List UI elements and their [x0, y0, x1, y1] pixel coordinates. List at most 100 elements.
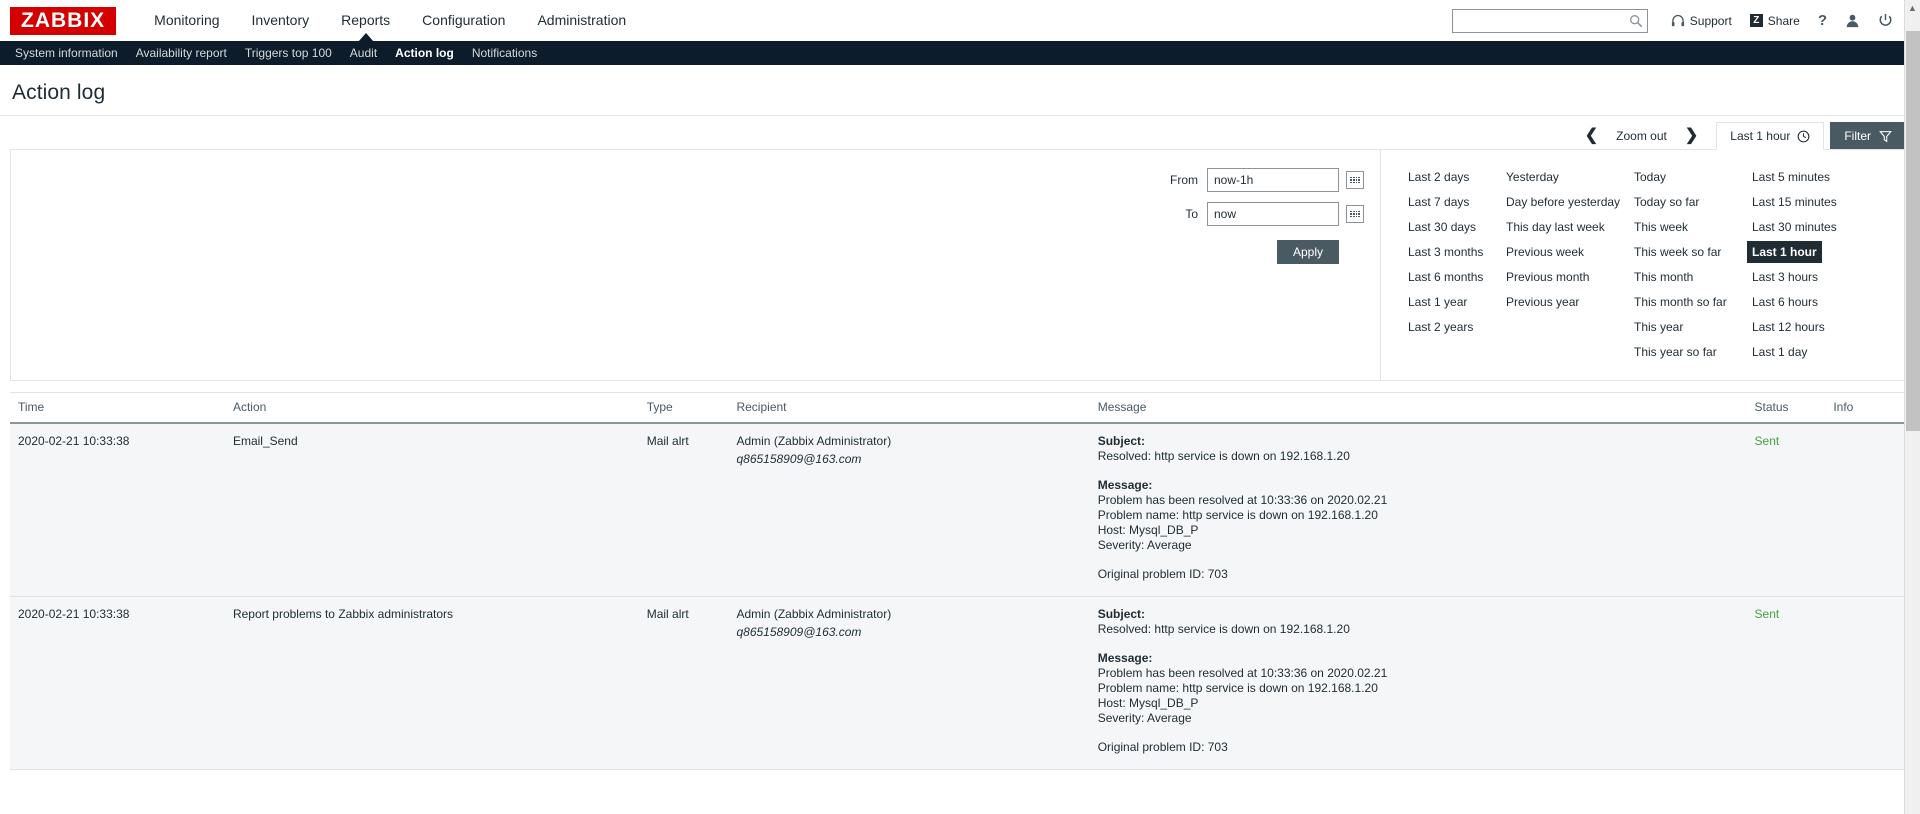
quick-range-last-1-year[interactable]: Last 1 year: [1403, 291, 1472, 313]
time-next-button[interactable]: ❯: [1673, 122, 1710, 150]
message-body-line: Problem has been resolved at 10:33:36 on…: [1097, 493, 1388, 507]
time-range-tab[interactable]: Last 1 hour: [1716, 122, 1825, 150]
search-icon[interactable]: [1629, 14, 1643, 28]
quick-range-previous-year[interactable]: Previous year: [1501, 291, 1584, 313]
quick-range-last-2-days[interactable]: Last 2 days: [1403, 166, 1474, 188]
page-scrollbar[interactable]: ▲: [1904, 0, 1920, 814]
zoom-out-button[interactable]: Zoom out: [1610, 122, 1673, 150]
cell-message: Subject: Resolved: http service is down o…: [1093, 596, 1751, 770]
sub-menu-item-action-log[interactable]: Action log: [386, 41, 463, 65]
filter-from-to-section: From To Apply: [11, 150, 1381, 380]
table-header-message[interactable]: Message: [1093, 393, 1751, 424]
sign-out-link[interactable]: [1869, 0, 1902, 41]
quick-range-last-6-months[interactable]: Last 6 months: [1403, 266, 1488, 288]
sub-menu-item-audit[interactable]: Audit: [341, 41, 386, 65]
quick-range-last-3-hours[interactable]: Last 3 hours: [1747, 266, 1823, 288]
message-body-label: Message:: [1097, 478, 1153, 492]
support-label: Support: [1689, 13, 1732, 28]
zabbix-logo[interactable]: ZABBIX: [10, 6, 117, 35]
quick-range-previous-week[interactable]: Previous week: [1501, 241, 1589, 263]
cell-action: Email_Send: [228, 423, 643, 597]
quick-range-last-15-minutes[interactable]: Last 15 minutes: [1747, 191, 1842, 213]
help-link[interactable]: ?: [1809, 0, 1836, 41]
quick-range-day-before-yesterday[interactable]: Day before yesterday: [1501, 191, 1625, 213]
to-input[interactable]: [1207, 202, 1339, 226]
quick-range-last-7-days[interactable]: Last 7 days: [1403, 191, 1474, 213]
table-header-time[interactable]: Time: [10, 393, 229, 424]
top-right-toolbar: Support Z Share ?: [1451, 0, 1902, 41]
quick-range-last-1-day[interactable]: Last 1 day: [1747, 341, 1812, 363]
calendar-icon: [1350, 176, 1360, 184]
quick-range-yesterday[interactable]: Yesterday: [1501, 166, 1564, 188]
quick-range-this-week[interactable]: This week: [1629, 216, 1693, 238]
cell-recipient: Admin (Zabbix Administrator) q865158909@1…: [732, 596, 1094, 770]
user-profile-link[interactable]: [1836, 0, 1869, 41]
search-input[interactable]: [1458, 12, 1629, 29]
quick-range-previous-month[interactable]: Previous month: [1501, 266, 1594, 288]
time-prev-button[interactable]: ❮: [1573, 122, 1610, 150]
main-menu-item-configuration[interactable]: Configuration: [406, 0, 521, 41]
time-range-label: Last 1 hour: [1730, 129, 1791, 143]
sub-menu-item-notifications[interactable]: Notifications: [463, 41, 546, 65]
sub-navigation-bar: System information Availability report Tri…: [0, 41, 1920, 65]
main-menu: Monitoring Inventory Reports Configuration A…: [138, 0, 642, 42]
main-menu-item-inventory[interactable]: Inventory: [236, 0, 326, 41]
main-menu-item-reports[interactable]: Reports: [325, 0, 406, 42]
person-icon: [1846, 14, 1859, 28]
table-header-action[interactable]: Action: [228, 393, 643, 424]
to-label: To: [1185, 207, 1198, 221]
question-mark-icon: ?: [1817, 12, 1827, 29]
quick-range-last-30-days[interactable]: Last 30 days: [1403, 216, 1481, 238]
filter-tab[interactable]: Filter: [1830, 122, 1906, 150]
filter-label: Filter: [1844, 129, 1871, 143]
headset-icon: [1671, 14, 1684, 26]
quick-range-last-12-hours[interactable]: Last 12 hours: [1747, 316, 1830, 338]
table-header-recipient[interactable]: Recipient: [732, 393, 1094, 424]
from-calendar-button[interactable]: [1346, 171, 1364, 189]
cell-type: Mail alrt: [642, 596, 733, 770]
message-body-line: Host: Mysql_DB_P: [1097, 696, 1199, 710]
quick-range-this-month[interactable]: This month: [1629, 266, 1698, 288]
page-title: Action log: [12, 81, 106, 104]
quick-range-this-day-last-week[interactable]: This day last week: [1501, 216, 1610, 238]
scroll-up-arrow[interactable]: ▲: [1905, 0, 1920, 16]
table-header-info[interactable]: Info: [1829, 393, 1906, 424]
quick-range-last-2-years[interactable]: Last 2 years: [1403, 316, 1478, 338]
message-body-line: Severity: Average: [1097, 711, 1192, 725]
recipient-email: q865158909@163.com: [736, 625, 862, 639]
quick-range-last-1-hour[interactable]: Last 1 hour: [1747, 241, 1822, 263]
table-header-type[interactable]: Type: [642, 393, 733, 424]
quick-range-today[interactable]: Today: [1629, 166, 1671, 188]
quick-range-this-week-so-far[interactable]: This week so far: [1629, 241, 1726, 263]
table-header-status[interactable]: Status: [1750, 393, 1830, 424]
quick-range-today-so-far[interactable]: Today so far: [1629, 191, 1704, 213]
sub-menu-item-triggers-top-100[interactable]: Triggers top 100: [236, 41, 341, 65]
message-spacer: [1098, 464, 1747, 478]
to-calendar-button[interactable]: [1346, 205, 1364, 223]
table-row: 2020-02-21 10:33:38 Email_Send Mail alrt Ad…: [10, 423, 1906, 597]
cell-recipient: Admin (Zabbix Administrator) q865158909@1…: [732, 423, 1094, 597]
share-link[interactable]: Z Share: [1741, 0, 1809, 41]
quick-range-last-30-minutes[interactable]: Last 30 minutes: [1747, 216, 1842, 238]
message-body-line: Host: Mysql_DB_P: [1097, 523, 1199, 537]
main-menu-item-monitoring[interactable]: Monitoring: [138, 0, 235, 41]
from-input[interactable]: [1207, 168, 1339, 192]
sub-menu-item-system-information[interactable]: System information: [6, 41, 127, 65]
quick-range-last-5-minutes[interactable]: Last 5 minutes: [1747, 166, 1835, 188]
quick-range-last-6-hours[interactable]: Last 6 hours: [1747, 291, 1823, 313]
apply-button[interactable]: Apply: [1276, 240, 1339, 264]
funnel-icon: [1879, 130, 1892, 142]
quick-range-this-year[interactable]: This year: [1629, 316, 1688, 338]
support-link[interactable]: Support: [1662, 0, 1741, 41]
top-navigation-bar: ZABBIX Monitoring Inventory Reports Configu…: [0, 0, 1920, 42]
global-search-box[interactable]: [1451, 8, 1648, 33]
message-body-label: Message:: [1097, 651, 1153, 665]
main-menu-item-administration[interactable]: Administration: [521, 0, 642, 41]
scrollbar-thumb[interactable]: [1906, 31, 1920, 431]
sub-menu-item-availability-report[interactable]: Availability report: [127, 41, 236, 65]
quick-range-this-month-so-far[interactable]: This month so far: [1629, 291, 1732, 313]
quick-range-this-year-so-far[interactable]: This year so far: [1629, 341, 1722, 363]
quick-range-last-3-months[interactable]: Last 3 months: [1403, 241, 1488, 263]
message-subject-text: Resolved: http service is down on 192.16…: [1097, 449, 1350, 463]
message-subject-label: Subject:: [1097, 607, 1146, 621]
